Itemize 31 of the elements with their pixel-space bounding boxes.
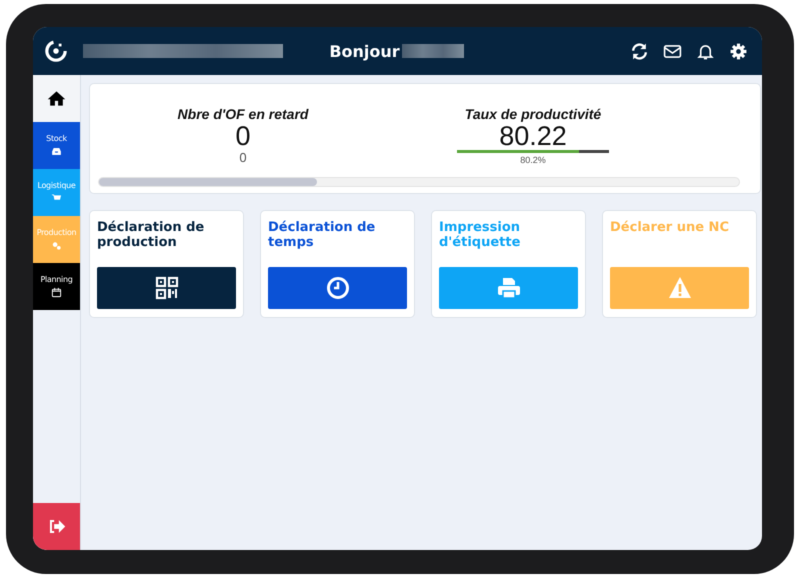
card-title: Déclaration de production	[97, 220, 206, 250]
kpi-title: Nbre d'OF en retard	[178, 106, 308, 122]
action-button[interactable]	[97, 267, 236, 309]
tray-icon	[51, 146, 62, 157]
sidebar-item[interactable]: Planning	[33, 263, 80, 310]
logo-icon	[45, 40, 67, 62]
blurred-text	[402, 44, 464, 58]
scrollbar[interactable]	[98, 177, 740, 187]
logout-button[interactable]	[33, 503, 80, 550]
sidebar-item[interactable]: Stock	[33, 122, 80, 169]
kpi-value: 80.22	[499, 122, 567, 150]
gears-icon	[51, 240, 62, 251]
action-button[interactable]	[268, 267, 407, 309]
warning-icon	[668, 276, 692, 300]
clock-icon	[326, 276, 350, 300]
calendar-icon	[51, 287, 62, 298]
card-title: Déclaration de temps	[268, 220, 376, 250]
card-title: Déclarer une NC	[610, 220, 730, 237]
printer-icon	[496, 276, 520, 300]
refresh-icon[interactable]	[630, 42, 649, 60]
settings-icon[interactable]	[729, 42, 748, 60]
kpi-title: Taux de productivité	[464, 106, 602, 122]
kpi-subvalue: 80.2%	[520, 155, 546, 165]
qr-code-icon	[154, 276, 178, 300]
exit-icon	[47, 517, 66, 536]
kpi-subvalue: 0	[239, 150, 247, 165]
greeting: Bonjour	[329, 42, 400, 60]
home-icon	[47, 89, 66, 108]
home-button[interactable]	[33, 75, 80, 122]
kpi-value: 0	[235, 122, 251, 150]
card-title: Impression d'étiquette	[439, 220, 522, 250]
